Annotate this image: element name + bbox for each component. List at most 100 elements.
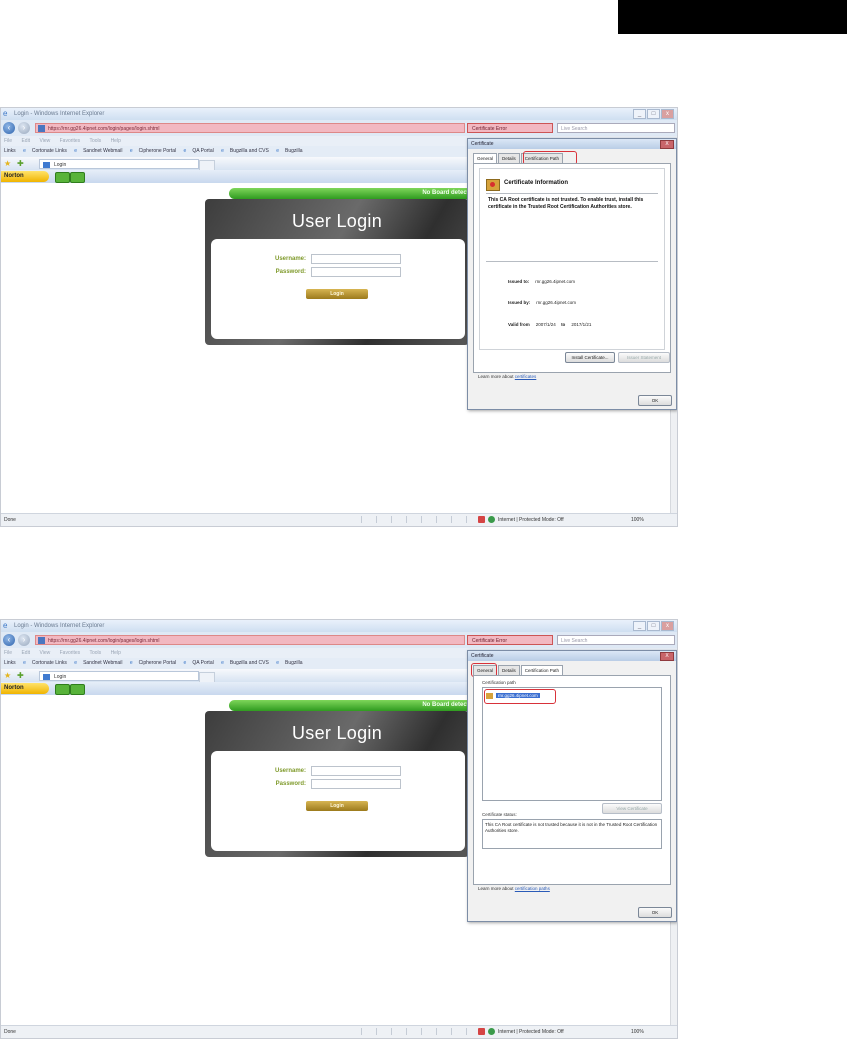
- menu-tools[interactable]: Tools: [89, 138, 101, 144]
- tab-certification-path[interactable]: Certification Path: [520, 665, 564, 675]
- menu-view[interactable]: View: [39, 138, 50, 144]
- window-titlebar: e Login - Windows Internet Explorer _ □ …: [1, 108, 677, 120]
- window-title: Login - Windows Internet Explorer: [14, 623, 105, 629]
- link-item[interactable]: Cortonate Links: [32, 148, 67, 154]
- menu-edit[interactable]: Edit: [21, 138, 30, 144]
- redaction-box: [618, 0, 847, 34]
- back-button[interactable]: ‹: [3, 122, 15, 134]
- security-zone: Internet | Protected Mode: Off: [498, 1029, 564, 1035]
- link-item[interactable]: Cortonate Links: [32, 660, 67, 666]
- zoom-level[interactable]: 100%: [631, 1026, 644, 1038]
- dialog-close-button[interactable]: X: [660, 140, 674, 149]
- certification-path-label: Certification path: [482, 680, 516, 685]
- close-window-button[interactable]: x: [661, 109, 674, 119]
- link-item[interactable]: Bugzilla and CVS: [230, 148, 269, 154]
- link-icon: e: [129, 660, 133, 666]
- norton-button[interactable]: [70, 172, 85, 183]
- back-button[interactable]: ‹: [3, 634, 15, 646]
- address-bar[interactable]: https://rnr.gg26.4ipnet.com/login/pages/…: [35, 635, 465, 645]
- maximize-button[interactable]: □: [647, 621, 660, 631]
- ie-icon: e: [3, 109, 8, 118]
- forward-button[interactable]: ›: [18, 122, 30, 134]
- favorites-star-icon[interactable]: ★: [4, 671, 11, 680]
- install-certificate-button[interactable]: Install Certificate...: [565, 352, 615, 363]
- close-window-button[interactable]: x: [661, 621, 674, 631]
- certification-paths-link[interactable]: certification paths: [515, 886, 550, 891]
- certificate-error-button[interactable]: Certificate Error: [467, 635, 553, 645]
- username-field[interactable]: [311, 766, 401, 776]
- certificate-status-label: Certificate status:: [482, 812, 517, 817]
- address-bar[interactable]: https://rnr.gg26.4ipnet.com/login/pages/…: [35, 123, 465, 133]
- link-item[interactable]: Bugzilla: [285, 148, 303, 154]
- menu-favorites[interactable]: Favorites: [60, 138, 81, 144]
- view-certificate-button[interactable]: View Certificate: [602, 803, 662, 814]
- status-text: Done: [4, 517, 16, 523]
- password-field[interactable]: [311, 779, 401, 789]
- security-warning-icon: [478, 1028, 485, 1035]
- certificate-warning-text: This CA Root certificate is not trusted.…: [488, 197, 644, 210]
- status-bar: Done Internet | Protected Mode: Off 100%: [1, 513, 677, 526]
- highlight-path-item: [484, 689, 556, 704]
- tab-label: Login: [54, 162, 67, 168]
- minimize-button[interactable]: _: [633, 109, 646, 119]
- password-label: Password:: [275, 269, 306, 275]
- maximize-button[interactable]: □: [647, 109, 660, 119]
- ok-button[interactable]: OK: [638, 395, 672, 406]
- security-warning-icon: [478, 516, 485, 523]
- link-icon: e: [74, 148, 78, 154]
- norton-button[interactable]: [70, 684, 85, 695]
- forward-button[interactable]: ›: [18, 634, 30, 646]
- certification-path-tree[interactable]: rnr.gg26.4ipnet.com: [482, 687, 662, 801]
- menu-edit[interactable]: Edit: [21, 650, 30, 656]
- link-item[interactable]: Cipherone Portal: [139, 148, 177, 154]
- tab-general[interactable]: General: [473, 153, 498, 163]
- certificate-warning-icon: [486, 179, 500, 191]
- norton-button[interactable]: [55, 684, 70, 695]
- link-icon: e: [276, 660, 279, 666]
- links-label: Links: [4, 148, 16, 154]
- link-item[interactable]: Cipherone Portal: [139, 660, 177, 666]
- url-text: https://rnr.gg26.4ipnet.com/login/pages/…: [48, 638, 160, 644]
- link-item[interactable]: Bugzilla and CVS: [230, 660, 269, 666]
- link-item[interactable]: Sandnet Webmail: [83, 148, 122, 154]
- menu-tools[interactable]: Tools: [89, 650, 101, 656]
- dialog-close-button[interactable]: X: [660, 652, 674, 661]
- link-item[interactable]: QA Portal: [192, 660, 213, 666]
- browser-tab-login[interactable]: Login: [39, 671, 199, 681]
- zoom-level[interactable]: 100%: [631, 514, 644, 526]
- norton-toolbar-logo[interactable]: Norton: [1, 683, 49, 694]
- search-input[interactable]: Live Search: [557, 635, 675, 645]
- issuer-statement-button[interactable]: Issuer Statement: [618, 352, 670, 363]
- norton-button[interactable]: [55, 172, 70, 183]
- dialog-title: Certificate: [468, 651, 676, 661]
- menu-help[interactable]: Help: [111, 138, 121, 144]
- link-item[interactable]: Bugzilla: [285, 660, 303, 666]
- menu-view[interactable]: View: [39, 650, 50, 656]
- screenshot-certification-path-tab: e Login - Windows Internet Explorer _ □ …: [0, 619, 678, 1039]
- search-input[interactable]: Live Search: [557, 123, 675, 133]
- minimize-button[interactable]: _: [633, 621, 646, 631]
- menu-file[interactable]: File: [4, 138, 12, 144]
- add-favorite-icon[interactable]: ✚: [17, 159, 24, 168]
- learn-more-text: Learn more about certificates: [478, 374, 537, 379]
- tab-details[interactable]: Details: [498, 153, 520, 163]
- browser-tab-login[interactable]: Login: [39, 159, 199, 169]
- login-button[interactable]: Login: [306, 801, 368, 811]
- menu-favorites[interactable]: Favorites: [60, 650, 81, 656]
- ok-button[interactable]: OK: [638, 907, 672, 918]
- favorites-star-icon[interactable]: ★: [4, 159, 11, 168]
- link-item[interactable]: Sandnet Webmail: [83, 660, 122, 666]
- menu-help[interactable]: Help: [111, 650, 121, 656]
- add-favorite-icon[interactable]: ✚: [17, 671, 24, 680]
- password-field[interactable]: [311, 267, 401, 277]
- login-panel: User Login Username: Password: Login: [205, 711, 469, 857]
- username-field[interactable]: [311, 254, 401, 264]
- certificates-link[interactable]: certificates: [515, 374, 537, 379]
- login-button[interactable]: Login: [306, 289, 368, 299]
- certificate-error-button[interactable]: Certificate Error: [467, 123, 553, 133]
- link-item[interactable]: QA Portal: [192, 148, 213, 154]
- tab-details[interactable]: Details: [498, 665, 520, 675]
- norton-toolbar-logo[interactable]: Norton: [1, 171, 49, 182]
- menu-file[interactable]: File: [4, 650, 12, 656]
- link-icon: e: [183, 148, 187, 154]
